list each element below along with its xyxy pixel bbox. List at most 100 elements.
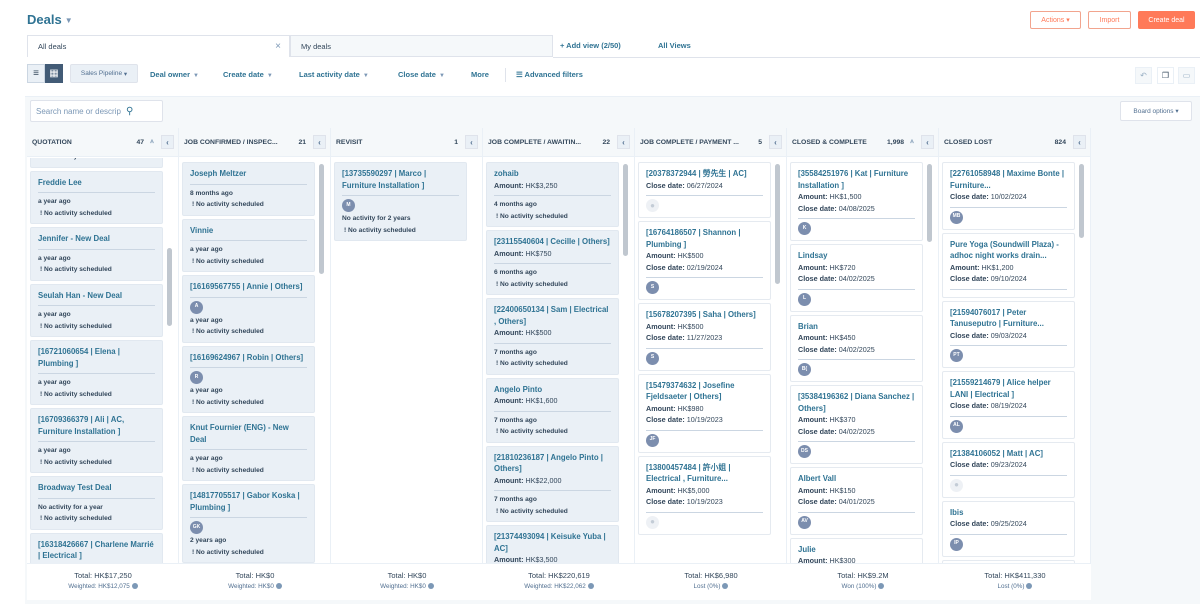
deal-name-link[interactable]: [22761058948 | Maxime Bonte | Furniture.…: [950, 168, 1067, 191]
deal-name-link[interactable]: [14817705517 | Gabor Koska | Plumbing ]: [190, 490, 307, 513]
deal-card[interactable]: [22400650134 | Sam | Electrical , Others…: [486, 298, 619, 375]
create-date-filter[interactable]: Create date ▼: [223, 70, 273, 79]
deal-card[interactable]: [16764186507 | Shannon | Plumbing ] Amoun…: [638, 221, 771, 300]
deal-owner-filter[interactable]: Deal owner ▼: [150, 70, 199, 79]
deal-card[interactable]: Angelo Pinto Amount: HK$1,600 7 months ago…: [486, 377, 619, 443]
undo-icon[interactable]: ↶: [1135, 67, 1152, 84]
deal-name-link[interactable]: [21374493094 | Keisuke Yuba | AC]: [494, 531, 611, 554]
info-icon[interactable]: [275, 583, 282, 590]
deal-card[interactable]: zohaib Amount: HK$3,250 4 months ago ! No a…: [486, 162, 619, 227]
deal-card[interactable]: [15678207395 | Saha | Others] Amount: HK$…: [638, 303, 771, 371]
deal-card[interactable]: Seulah Han - New Deal a year ago ! No acti…: [30, 283, 163, 337]
board-view-icon[interactable]: ▦: [45, 64, 63, 83]
deal-name-link[interactable]: [35584251976 | Kat | Furniture Installat…: [798, 168, 915, 191]
deal-card[interactable]: [16721060654 | Elena | Plumbing ] a year …: [30, 340, 163, 405]
page-title[interactable]: Deals ▼: [27, 12, 73, 27]
deal-name-link[interactable]: [16169567755 | Annie | Others]: [190, 281, 307, 293]
info-icon[interactable]: [131, 583, 138, 590]
deal-name-link[interactable]: Joseph Meltzer: [190, 168, 307, 180]
info-icon[interactable]: [722, 583, 729, 590]
deal-name-link[interactable]: [21594076017 | Peter Tanuseputro | Furni…: [950, 307, 1067, 330]
last-activity-filter[interactable]: Last activity date ▼: [299, 70, 369, 79]
board-options-button[interactable]: Board options ▾: [1120, 101, 1192, 121]
collapse-column-button[interactable]: ‹: [161, 135, 174, 149]
deal-name-link[interactable]: [20378372944 | 勞先生 | AC]: [646, 168, 763, 180]
sort-icon[interactable]: ⩚: [150, 138, 154, 146]
deal-card[interactable]: Freddie Lee a year ago ! No activity sched…: [30, 170, 163, 224]
deal-name-link[interactable]: [21559214679 | Alice helper LANI | Elect…: [950, 377, 1067, 400]
tab-all-deals[interactable]: All deals ×: [27, 35, 290, 57]
actions-button[interactable]: Actions ▾: [1030, 11, 1081, 29]
info-icon[interactable]: [427, 583, 434, 590]
info-icon[interactable]: [587, 583, 594, 590]
collapse-column-button[interactable]: ‹: [921, 135, 934, 149]
deal-card[interactable]: [13735590297 | Marco | Furniture Install…: [334, 162, 467, 241]
import-button[interactable]: Import: [1088, 11, 1131, 29]
scrollbar[interactable]: [1079, 164, 1084, 238]
deal-name-link[interactable]: [23115540604 | Cecille | Others]: [494, 236, 611, 248]
pipeline-select[interactable]: Sales Pipeline ▾: [70, 64, 138, 83]
info-icon[interactable]: [878, 583, 885, 590]
deal-card[interactable]: [35584251976 | Kat | Furniture Installat…: [790, 162, 923, 241]
deal-card[interactable]: [14817705517 | Gabor Koska | Plumbing ] G…: [182, 484, 315, 563]
deal-card[interactable]: Knut Fournier (ENG) - New Deal a year ago…: [182, 416, 315, 481]
deal-card[interactable]: Ibis Close date: 09/25/2024 IP: [942, 500, 1075, 557]
deal-name-link[interactable]: [15479374632 | Josefine Fjeldsaeter | Ot…: [646, 380, 763, 403]
all-views-link[interactable]: All Views: [658, 41, 691, 50]
deal-name-link[interactable]: Pure Yoga (Soundwill Plaza) - adhoc nigh…: [950, 239, 1067, 262]
scrollbar[interactable]: [167, 248, 172, 326]
copy-icon[interactable]: ❐: [1157, 67, 1174, 84]
scrollbar[interactable]: [775, 164, 780, 284]
collapse-column-button[interactable]: ‹: [769, 135, 782, 149]
deal-card[interactable]: Vinnie a year ago ! No activity scheduled: [182, 218, 315, 272]
save-icon[interactable]: ▭: [1178, 67, 1195, 84]
deal-name-link[interactable]: Knut Fournier (ENG) - New Deal: [190, 422, 307, 445]
deal-card[interactable]: [13800457484 | 許小姐 | Electrical , Furnit…: [638, 455, 771, 535]
deal-name-link[interactable]: Brian: [798, 321, 915, 333]
deal-name-link[interactable]: Albert Vall: [798, 473, 915, 485]
deal-card[interactable]: Albert Vall Amount: HK$150 Close date: 04/…: [790, 467, 923, 535]
deal-name-link[interactable]: [16169624967 | Robin | Others]: [190, 352, 307, 364]
deal-name-link[interactable]: [16709366379 | Ali | AC, Furniture Insta…: [38, 414, 155, 437]
deal-card[interactable]: ! No activity scheduled: [30, 158, 163, 168]
deal-card[interactable]: Brian Amount: HK$450 Close date: 04/02/202…: [790, 314, 923, 382]
scrollbar[interactable]: [623, 164, 628, 256]
deal-card[interactable]: [21559214679 | Alice helper LANI | Elect…: [942, 371, 1075, 439]
deal-name-link[interactable]: [21810236187 | Angelo Pinto | Others]: [494, 452, 611, 475]
deal-card[interactable]: [35384196362 | Diana Sanchez | Others] Am…: [790, 385, 923, 464]
deal-name-link[interactable]: [35384196362 | Diana Sanchez | Others]: [798, 391, 915, 414]
deal-name-link[interactable]: [22400650134 | Sam | Electrical , Others…: [494, 304, 611, 327]
tab-my-deals[interactable]: My deals: [290, 35, 553, 57]
deal-card[interactable]: Lindsay Amount: HK$720 Close date: 04/02/2…: [790, 244, 923, 312]
add-view-button[interactable]: + Add view (2/50): [560, 41, 621, 50]
list-view-icon[interactable]: ≡: [27, 64, 45, 83]
close-icon[interactable]: ×: [275, 41, 281, 52]
deal-name-link[interactable]: Julie: [798, 544, 915, 556]
collapse-column-button[interactable]: ‹: [313, 135, 326, 149]
deal-name-link[interactable]: Vinnie: [190, 225, 307, 237]
scrollbar[interactable]: [319, 164, 324, 274]
close-date-filter[interactable]: Close date ▼: [398, 70, 445, 79]
deal-card[interactable]: [21374493094 | Keisuke Yuba | AC] Amount:…: [486, 525, 619, 563]
deal-name-link[interactable]: [13735590297 | Marco | Furniture Install…: [342, 168, 459, 191]
deal-card[interactable]: [21384106052 | Matt | AC] Close date: 09/…: [942, 441, 1075, 498]
sort-icon[interactable]: ⩚: [910, 138, 914, 146]
deal-name-link[interactable]: Broadway Test Deal: [38, 482, 155, 494]
deal-name-link[interactable]: Seulah Han - New Deal: [38, 290, 155, 302]
create-deal-button[interactable]: Create deal: [1138, 11, 1195, 29]
deal-card[interactable]: Pure Yoga (Soundwill Plaza) - adhoc nigh…: [942, 232, 1075, 298]
deal-card[interactable]: [16169624967 | Robin | Others] Ra year ag…: [182, 345, 315, 413]
deal-card[interactable]: [20378372944 | 勞先生 | AC] Close date: 06/2…: [638, 162, 771, 218]
collapse-column-button[interactable]: ‹: [465, 135, 478, 149]
deal-card[interactable]: [21810236187 | Angelo Pinto | Others] Amo…: [486, 445, 619, 522]
scrollbar[interactable]: [927, 164, 932, 242]
deal-card[interactable]: Joseph Meltzer 8 months ago ! No activity …: [182, 162, 315, 216]
info-icon[interactable]: [1026, 583, 1033, 590]
deal-name-link[interactable]: [16764186507 | Shannon | Plumbing ]: [646, 227, 763, 250]
deal-card[interactable]: [23115540604 | Cecille | Others] Amount: …: [486, 230, 619, 295]
deal-name-link[interactable]: [13800457484 | 許小姐 | Electrical , Furnit…: [646, 462, 763, 485]
deal-card[interactable]: [16169567755 | Annie | Others] Aa year ag…: [182, 275, 315, 343]
more-filters-button[interactable]: More: [471, 70, 489, 79]
deal-card[interactable]: [21594076017 | Peter Tanuseputro | Furni…: [942, 300, 1075, 368]
deal-card[interactable]: Broadway Test Deal No activity for a year…: [30, 476, 163, 530]
